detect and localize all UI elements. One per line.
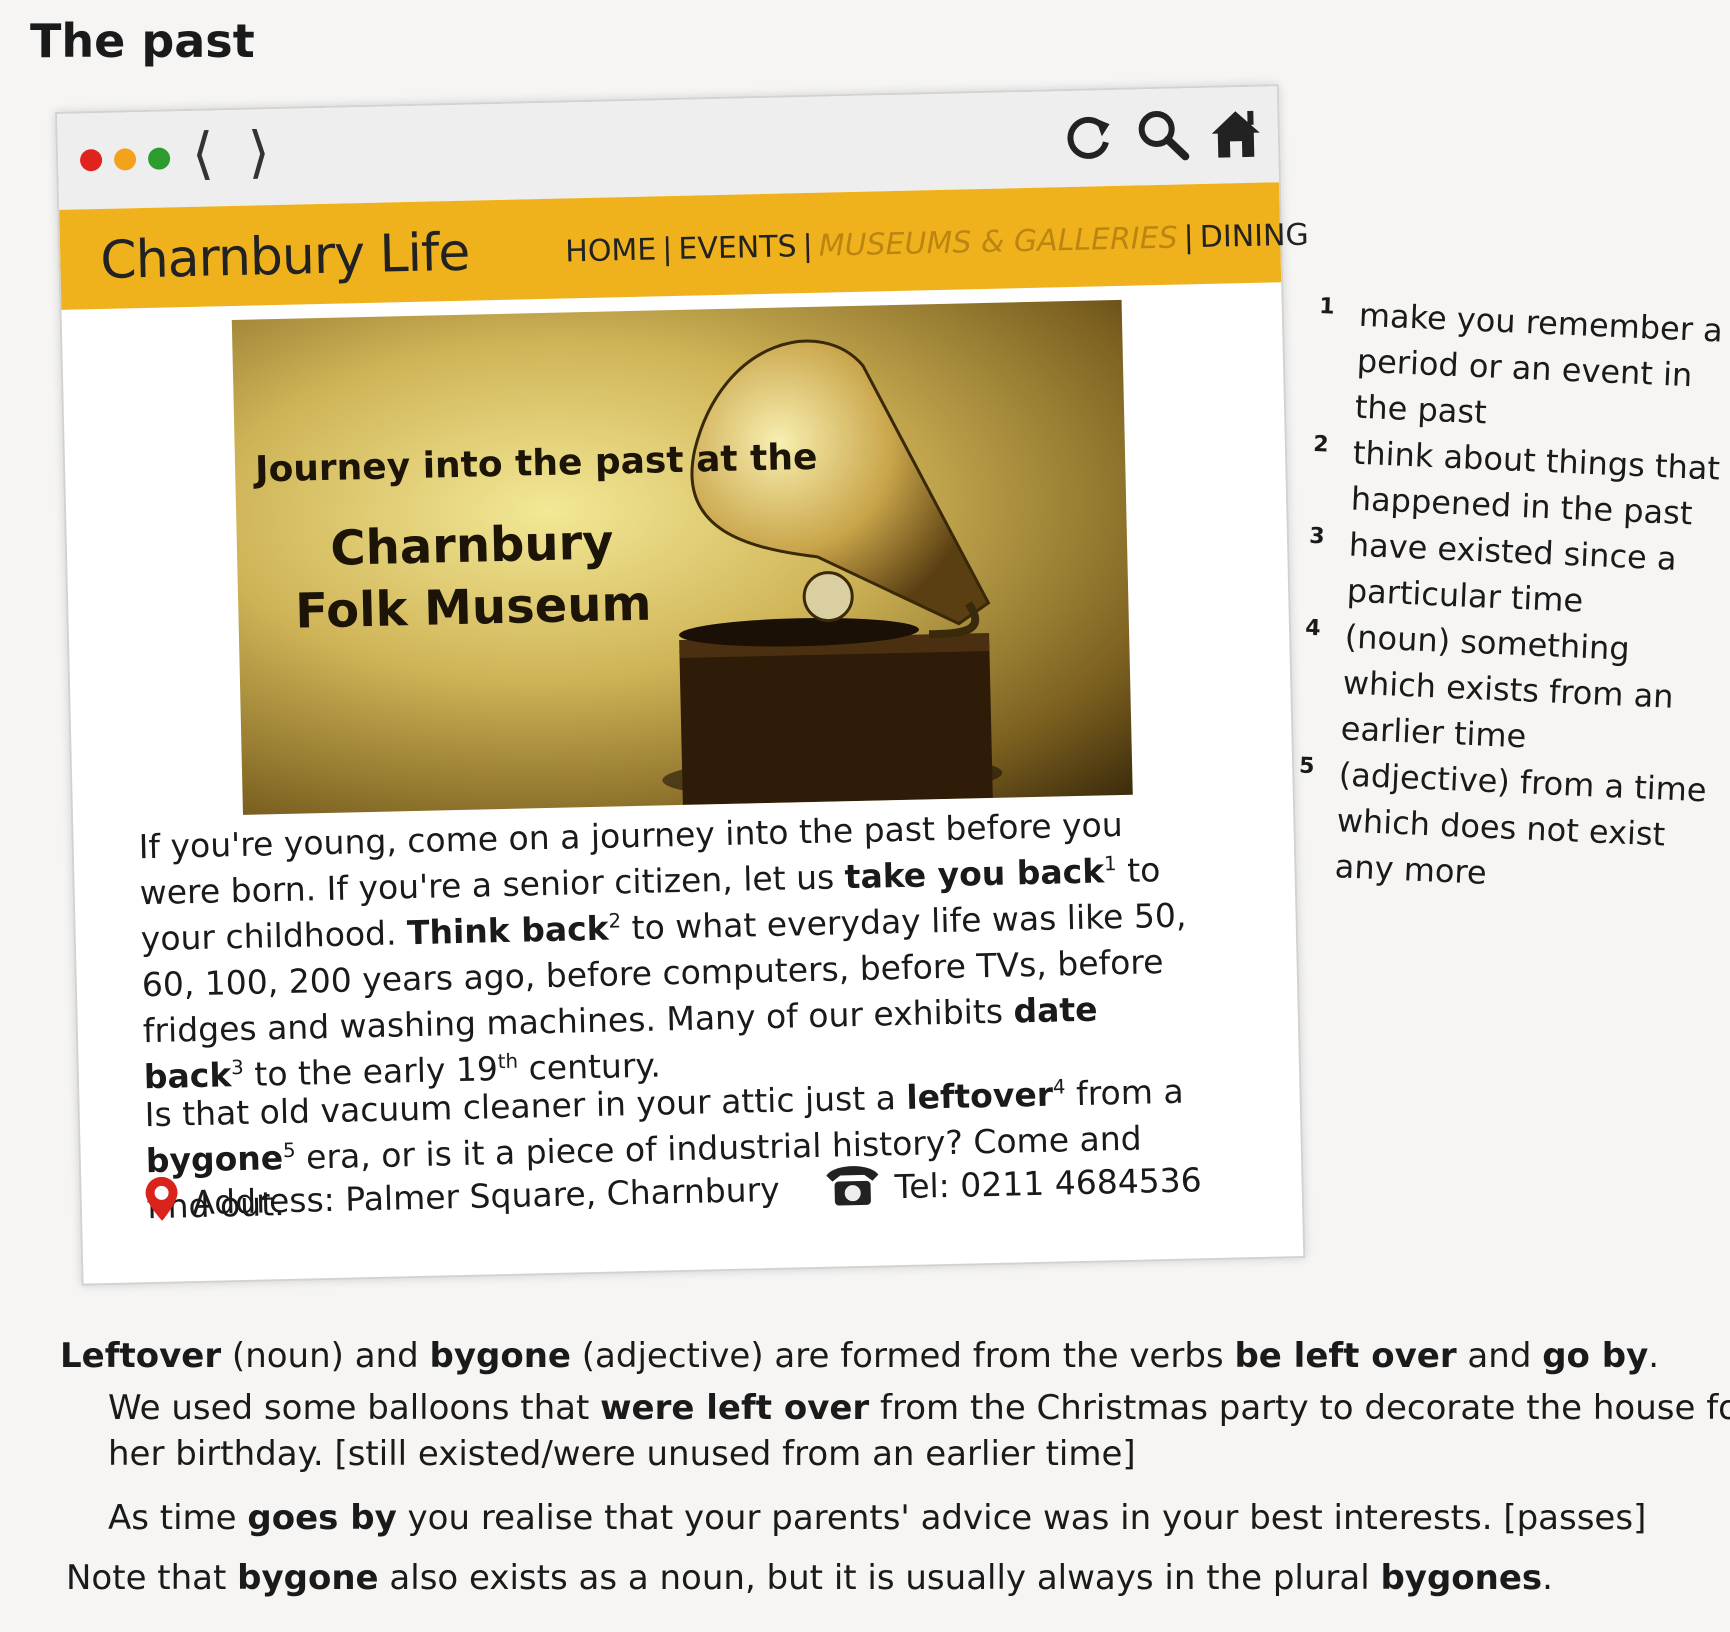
definition-item: 4 (noun) something which exists from an e…	[1300, 612, 1716, 768]
forward-arrow-icon[interactable]: ⟩	[247, 120, 270, 185]
maximize-window-dot[interactable]	[147, 147, 171, 170]
note-text: also exists as a noun, but it is usually…	[378, 1558, 1381, 1598]
hero-title-line1: Charnbury	[329, 514, 615, 577]
definition-item: 5 (adjective) from a time which does not …	[1294, 750, 1710, 906]
definition-text: have existed since a particular time	[1346, 525, 1678, 620]
site-name[interactable]: Charnbury Life	[100, 223, 470, 291]
note-text: you realise that your parents' advice wa…	[396, 1498, 1647, 1538]
note-bygones: Note that bygone also exists as a noun, …	[66, 1555, 1553, 1601]
gramophone-image	[662, 339, 1003, 805]
phrase-were-left-over: were left over	[600, 1388, 870, 1428]
definition-number: 4	[1304, 615, 1322, 642]
definition-item: 3 have existed since a particular time	[1306, 520, 1720, 630]
telephone-text: Tel: 0211 4684536	[894, 1160, 1203, 1207]
word-leftover: Leftover	[60, 1336, 222, 1376]
definition-number: 5	[1298, 753, 1316, 780]
definition-text: make you remember a period or an event i…	[1354, 295, 1724, 432]
footnote-marker: 3	[230, 1055, 244, 1080]
hero-banner: Journey into the past at the Charnbury F…	[231, 299, 1133, 815]
note-text: .	[1542, 1558, 1553, 1598]
definition-number: 3	[1308, 523, 1326, 550]
close-window-dot[interactable]	[79, 148, 103, 172]
note-text: from the Christmas party to decorate the…	[869, 1388, 1730, 1428]
nav-museums-galleries[interactable]: MUSEUMS & GALLERIES	[818, 221, 1178, 264]
definition-number: 2	[1312, 431, 1330, 458]
definition-item: 1 make you remember a period or an event …	[1314, 290, 1730, 446]
footnote-marker: 1	[1103, 852, 1117, 876]
minimize-window-dot[interactable]	[113, 148, 137, 171]
word-bygone: bygone	[237, 1558, 379, 1598]
section-title: The past	[30, 14, 255, 68]
note-text: (adjective) are formed from the verbs	[570, 1336, 1235, 1376]
note-formation: Leftover (noun) and bygone (adjective) a…	[60, 1333, 1659, 1379]
telephone-icon	[825, 1166, 878, 1206]
browser-window: ⟨ ⟩ Charnbury Life HOME | EVENTS | MUSEUMS &…	[55, 84, 1309, 1286]
back-arrow-icon[interactable]: ⟨	[191, 121, 214, 186]
nav-events[interactable]: EVENTS	[678, 229, 797, 267]
phrase-be-left-over: be left over	[1234, 1336, 1457, 1376]
p2-text: from a	[1065, 1071, 1184, 1114]
ordinal-suffix: th	[497, 1049, 519, 1074]
search-icon[interactable]	[1132, 104, 1193, 165]
example-goes-by: As time goes by you realise that your pa…	[108, 1495, 1646, 1541]
note-text: and	[1456, 1336, 1543, 1376]
note-text: .	[1648, 1336, 1660, 1376]
word-bygones: bygones	[1380, 1558, 1543, 1598]
note-text: We used some balloons that	[108, 1388, 601, 1428]
footnote-marker: 2	[608, 909, 622, 933]
nav-home[interactable]: HOME	[565, 232, 657, 269]
phrase-take-you-back: take you back	[844, 851, 1105, 897]
note-text: (noun) and	[221, 1336, 430, 1376]
home-icon[interactable]	[1205, 103, 1266, 164]
phrase-goes-by: goes by	[247, 1498, 397, 1538]
nav-dining[interactable]: DINING	[1199, 218, 1309, 255]
note-text: As time	[108, 1498, 248, 1538]
footnote-marker: 5	[282, 1138, 296, 1163]
hero-title: Charnbury Folk Museum	[236, 509, 709, 644]
definition-text: (noun) something which exists from an ea…	[1340, 617, 1675, 756]
note-text: Note that	[66, 1558, 238, 1598]
footnote-marker: 4	[1052, 1075, 1066, 1099]
phrase-go-by: go by	[1542, 1336, 1649, 1376]
map-pin-icon	[145, 1176, 178, 1221]
example-left-over-line2: her birthday. [still existed/were unused…	[108, 1434, 1136, 1474]
definition-item: 2 think about things that happened in the…	[1310, 428, 1724, 538]
nav-separator: |	[802, 228, 814, 265]
phrase-think-back: Think back	[406, 908, 610, 953]
word-leftover: leftover	[905, 1074, 1054, 1117]
refresh-icon[interactable]	[1057, 106, 1118, 167]
definition-number: 1	[1318, 293, 1336, 320]
hero-title-line2: Folk Museum	[294, 575, 653, 641]
definitions-list: 1 make you remember a period or an event …	[1294, 290, 1730, 905]
article-paragraph-1: If you're young, come on a journey into …	[138, 800, 1204, 1100]
word-bygone: bygone	[429, 1336, 571, 1376]
definition-text: think about things that happened in the …	[1350, 433, 1721, 533]
nav-separator: |	[1183, 220, 1195, 256]
site-nav: HOME | EVENTS | MUSEUMS & GALLERIES | DINING	[565, 218, 1309, 270]
definition-text: (adjective) from a time which does not e…	[1334, 755, 1708, 892]
nav-separator: |	[661, 232, 673, 268]
example-left-over-line1: We used some balloons that were left ove…	[108, 1385, 1730, 1431]
